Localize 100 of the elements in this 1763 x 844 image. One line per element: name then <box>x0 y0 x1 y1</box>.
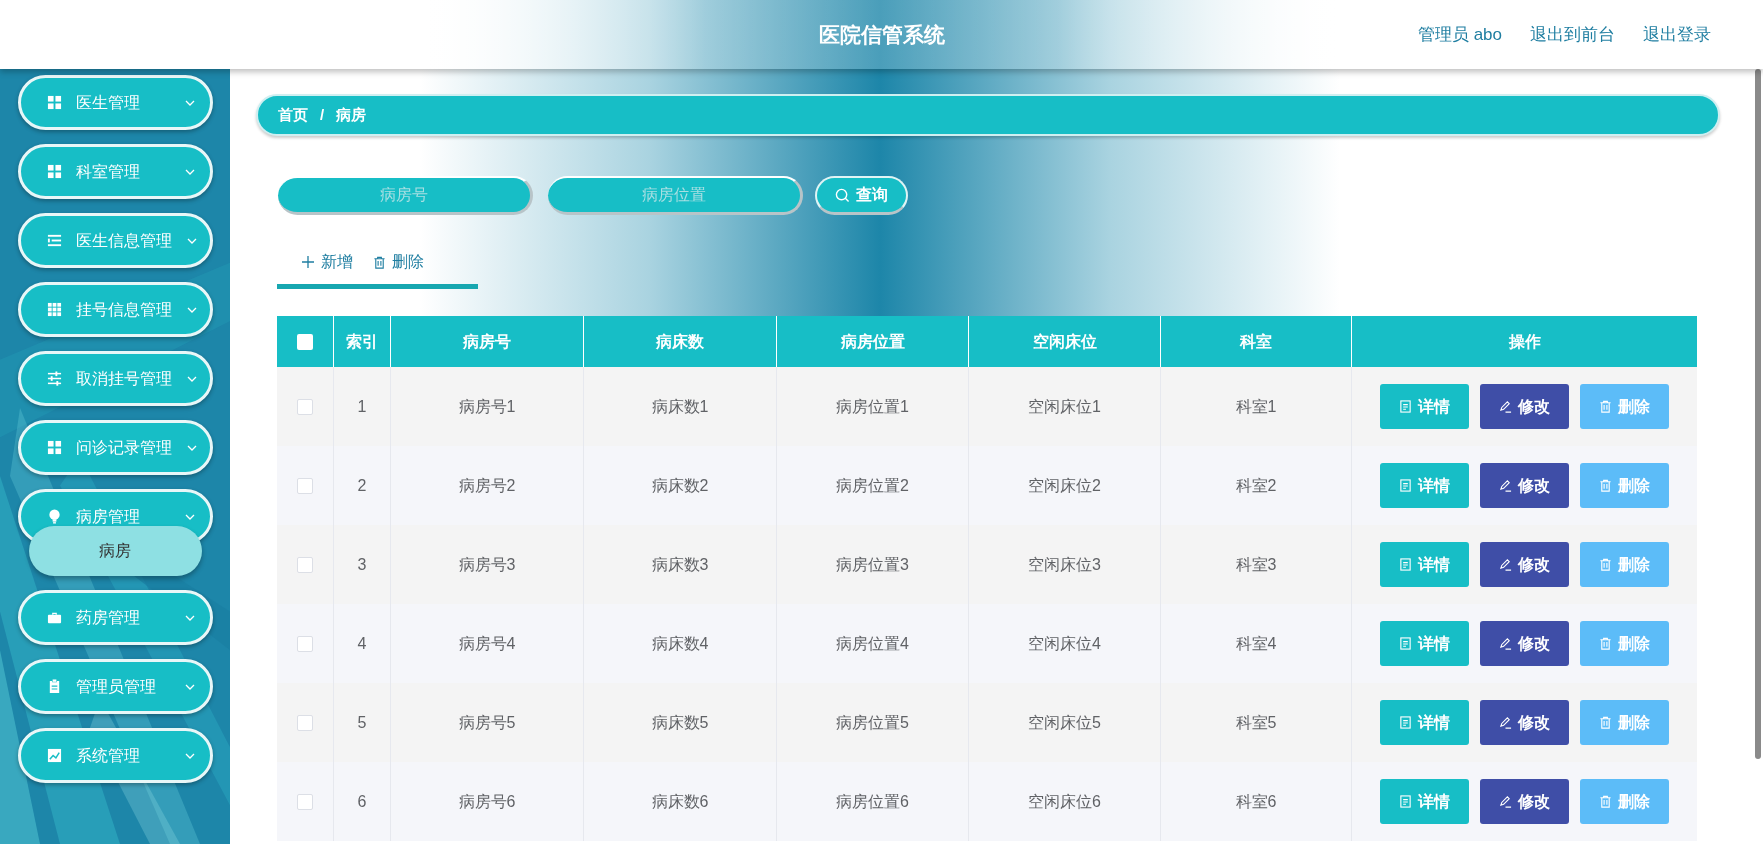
chart-icon <box>46 748 62 763</box>
select-all-checkbox[interactable] <box>297 333 313 350</box>
app-title: 医院信管系统 <box>818 21 945 48</box>
delete-button[interactable]: 删除 <box>1580 384 1669 429</box>
table-cell-text: 空闲床位5 <box>1028 712 1101 733</box>
trash-icon <box>1599 716 1612 729</box>
delete-button[interactable]: 删除 <box>1580 779 1669 824</box>
table-cell-text: 科室2 <box>1235 475 1277 496</box>
submenu-item[interactable]: 病房 <box>28 526 202 576</box>
table-cell-text: 病房位置3 <box>836 554 909 575</box>
pencil-icon <box>1499 795 1512 808</box>
breadcrumb-item: / <box>320 104 325 125</box>
pencil-icon <box>1499 558 1512 571</box>
delete-button[interactable]: 删除 <box>373 250 424 274</box>
table-cell-text: 4 <box>357 633 367 654</box>
detail-button[interactable]: 详情 <box>1380 542 1469 587</box>
edit-button[interactable]: 修改 <box>1480 463 1569 508</box>
table-cell-text: 病床数6 <box>651 791 709 812</box>
row-checkbox[interactable] <box>297 398 313 415</box>
table-cell-text: 病房号6 <box>458 791 516 812</box>
table-cell-text: 科室6 <box>1235 791 1277 812</box>
edit-button[interactable]: 修改 <box>1480 384 1569 429</box>
menu-item[interactable]: 医生信息管理 <box>17 213 213 268</box>
detail-button[interactable]: 详情 <box>1380 463 1469 508</box>
edit-button[interactable]: 修改 <box>1480 542 1569 587</box>
detail-button[interactable]: 详情 <box>1380 621 1469 666</box>
table-cell-text: 2 <box>357 475 367 496</box>
table-cell-text: 6 <box>357 791 367 812</box>
table-cell-text: 病房位置2 <box>836 475 909 496</box>
pencil-icon <box>1499 716 1512 729</box>
lightbulb-icon <box>46 509 62 524</box>
table-cell-text: 病床数3 <box>651 554 709 575</box>
row-checkbox[interactable] <box>297 714 313 731</box>
trash-icon <box>1599 795 1612 808</box>
pencil-icon <box>1499 400 1512 413</box>
row-checkbox[interactable] <box>297 477 313 494</box>
table-cell-text: 空闲床位3 <box>1028 554 1101 575</box>
menu-item[interactable]: 取消挂号管理 <box>17 351 213 406</box>
pencil-icon <box>1499 479 1512 492</box>
plus-icon <box>301 255 315 269</box>
add-button[interactable]: 新增 <box>301 250 353 274</box>
menu-item[interactable]: 系统管理 <box>17 728 213 783</box>
edit-button[interactable]: 修改 <box>1480 700 1569 745</box>
search-button[interactable]: 查询 <box>815 176 908 215</box>
search-field[interactable]: 病房位置 <box>548 176 803 215</box>
delete-button[interactable]: 删除 <box>1580 621 1669 666</box>
menu-item[interactable]: 管理员管理 <box>17 659 213 714</box>
document-icon <box>1399 558 1412 571</box>
table-cell-text: 病房号1 <box>458 396 516 417</box>
menu-item[interactable]: 挂号信息管理 <box>17 282 213 337</box>
document-icon <box>1399 795 1412 808</box>
header-link[interactable]: 退出到前台 <box>1530 21 1615 48</box>
column-header: 操作 <box>1507 331 1542 352</box>
grid-icon <box>46 164 62 179</box>
grid-icon <box>46 302 62 317</box>
table-cell-text: 病房号5 <box>458 712 516 733</box>
menu-item[interactable]: 问诊记录管理 <box>17 420 213 475</box>
table-cell-text: 病床数1 <box>651 396 709 417</box>
edit-button[interactable]: 修改 <box>1480 621 1569 666</box>
breadcrumb-item[interactable]: 首页 <box>278 103 308 127</box>
sliders-icon <box>46 371 62 386</box>
table-cell-text: 科室4 <box>1235 633 1277 654</box>
trash-icon <box>1599 558 1612 571</box>
menu-item[interactable]: 科室管理 <box>17 144 213 199</box>
trash-icon <box>1599 637 1612 650</box>
table-cell-text: 3 <box>357 554 367 575</box>
delete-button[interactable]: 删除 <box>1580 463 1669 508</box>
document-icon <box>1399 400 1412 413</box>
table-cell-text: 病房位置1 <box>836 396 909 417</box>
table-cell-text: 病房位置6 <box>836 791 909 812</box>
breadcrumb-item: 病房 <box>336 104 367 125</box>
grid-icon <box>46 440 62 455</box>
detail-button[interactable]: 详情 <box>1380 700 1469 745</box>
table-cell-text: 空闲床位6 <box>1028 791 1101 812</box>
row-checkbox[interactable] <box>297 635 313 652</box>
menu-item[interactable]: 药房管理 <box>17 590 213 645</box>
table-cell-text: 病房号2 <box>458 475 516 496</box>
table-cell-text: 科室3 <box>1235 554 1277 575</box>
delete-button[interactable]: 删除 <box>1580 542 1669 587</box>
header-link[interactable]: 管理员 abo <box>1417 21 1502 48</box>
table-cell-text: 科室1 <box>1235 396 1277 417</box>
trash-icon <box>1599 400 1612 413</box>
header-link[interactable]: 退出登录 <box>1643 21 1711 48</box>
row-checkbox[interactable] <box>297 793 313 810</box>
edit-button[interactable]: 修改 <box>1480 779 1569 824</box>
detail-button[interactable]: 详情 <box>1380 779 1469 824</box>
pencil-icon <box>1499 637 1512 650</box>
table-cell-text: 病床数4 <box>651 633 709 654</box>
table-cell-text: 病房号3 <box>458 554 516 575</box>
search-field[interactable]: 病房号 <box>278 176 533 215</box>
row-checkbox[interactable] <box>297 556 313 573</box>
menu-item[interactable]: 医生管理 <box>17 75 213 130</box>
list-icon <box>46 233 62 248</box>
table-cell-text: 病房位置4 <box>836 633 909 654</box>
trash-icon <box>373 255 386 269</box>
table-cell-text: 空闲床位4 <box>1028 633 1101 654</box>
detail-button[interactable]: 详情 <box>1380 384 1469 429</box>
document-icon <box>1399 716 1412 729</box>
trash-icon <box>1599 479 1612 492</box>
delete-button[interactable]: 删除 <box>1580 700 1669 745</box>
